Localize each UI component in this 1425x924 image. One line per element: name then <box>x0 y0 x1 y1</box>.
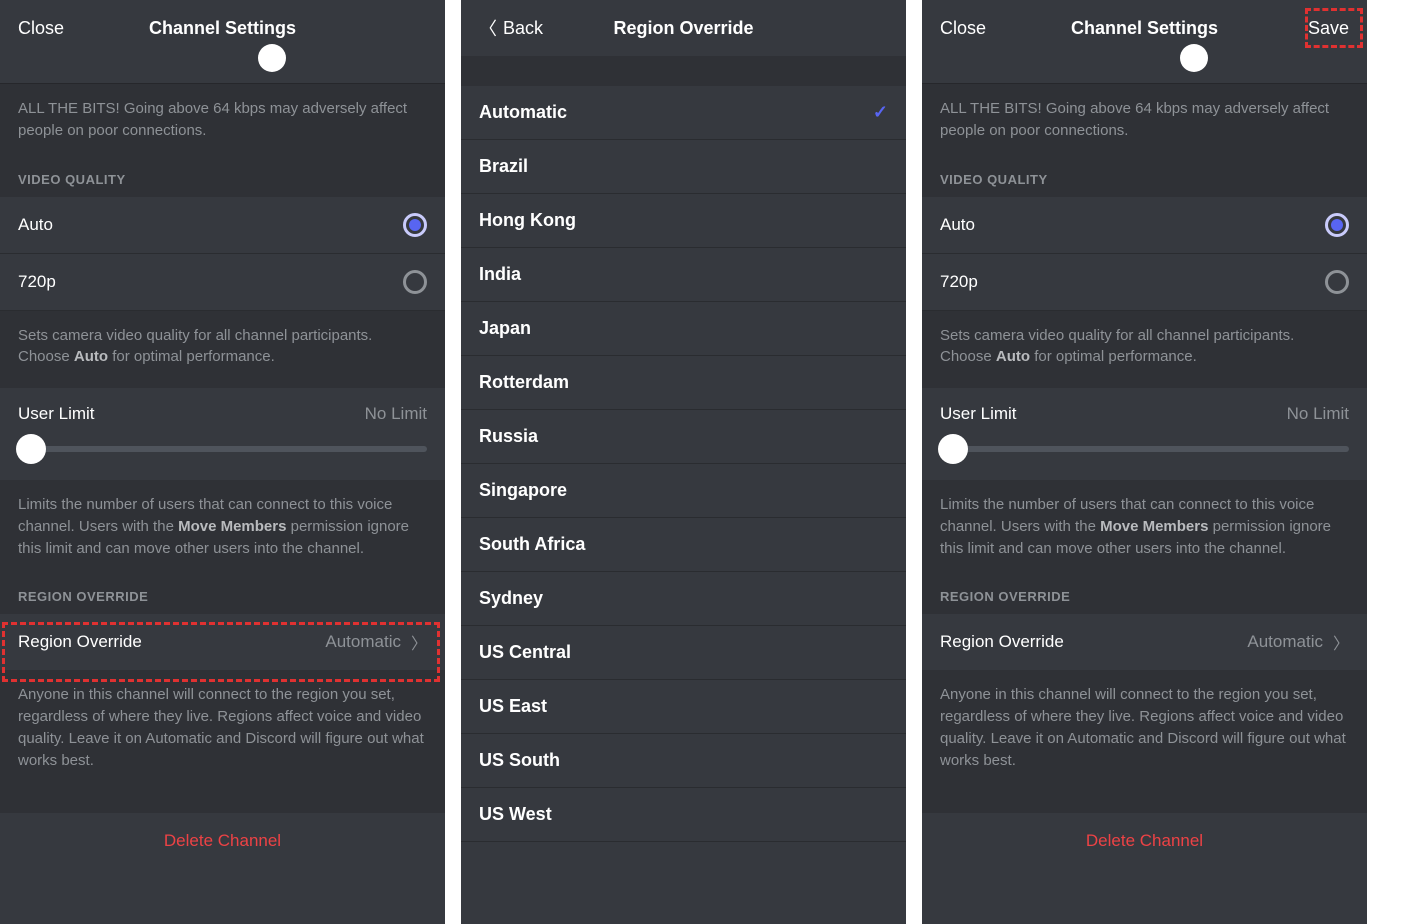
region-option[interactable]: Japan <box>461 302 906 356</box>
close-button[interactable]: Close <box>940 18 986 39</box>
bitrate-description: ALL THE BITS! Going above 64 kbps may ad… <box>0 84 445 162</box>
region-option[interactable]: South Africa <box>461 518 906 572</box>
video-option-auto[interactable]: Auto <box>922 197 1367 254</box>
channel-settings-panel-1: Close Channel Settings ALL THE BITS! Goi… <box>0 0 445 924</box>
region-override-description: Anyone in this channel will connect to t… <box>0 670 445 791</box>
toggle-knob[interactable] <box>258 44 286 72</box>
region-override-panel: 〈 Back Region Override Automatic ✓ Brazil H… <box>461 0 906 924</box>
region-option[interactable]: US West <box>461 788 906 842</box>
region-option-label: Russia <box>479 426 538 447</box>
bitrate-toggle-partial <box>0 56 445 84</box>
bitrate-description: ALL THE BITS! Going above 64 kbps may ad… <box>922 84 1367 162</box>
page-title: Region Override <box>613 18 753 39</box>
video-quality-description: Sets camera video quality for all channe… <box>922 311 1367 389</box>
radio-unselected-icon <box>1325 270 1349 294</box>
body: Automatic ✓ Brazil Hong Kong India Japan Rotte… <box>461 56 906 842</box>
region-option[interactable]: India <box>461 248 906 302</box>
user-limit-label: User Limit <box>18 404 95 424</box>
region-option[interactable]: Automatic ✓ <box>461 86 906 140</box>
region-option[interactable]: Hong Kong <box>461 194 906 248</box>
save-button[interactable]: Save <box>1308 18 1349 39</box>
region-option-label: India <box>479 264 521 285</box>
region-option-label: South Africa <box>479 534 585 555</box>
video-option-label: Auto <box>940 215 975 235</box>
region-override-label: Region Override <box>940 632 1064 652</box>
user-limit-slider[interactable] <box>18 446 427 452</box>
region-option[interactable]: Rotterdam <box>461 356 906 410</box>
user-limit-label: User Limit <box>940 404 1017 424</box>
video-option-720p[interactable]: 720p <box>0 254 445 311</box>
video-quality-header: VIDEO QUALITY <box>922 162 1367 197</box>
page-title: Channel Settings <box>149 18 296 39</box>
region-option-label: Japan <box>479 318 531 339</box>
region-option-label: Automatic <box>479 102 567 123</box>
region-option-label: Singapore <box>479 480 567 501</box>
channel-settings-panel-3: Close Channel Settings Save ALL THE BITS… <box>922 0 1367 924</box>
user-limit-description: Limits the number of users that can conn… <box>922 480 1367 579</box>
region-option[interactable]: Sydney <box>461 572 906 626</box>
video-option-label: Auto <box>18 215 53 235</box>
chevron-left-icon: 〈 <box>479 15 497 41</box>
delete-channel-button[interactable]: Delete Channel <box>922 813 1367 869</box>
slider-thumb[interactable] <box>16 434 46 464</box>
region-option-label: Rotterdam <box>479 372 569 393</box>
radio-selected-icon <box>1325 213 1349 237</box>
region-option-label: US East <box>479 696 547 717</box>
user-limit-row: User Limit No Limit <box>0 388 445 480</box>
header: Close Channel Settings <box>0 0 445 56</box>
spacer <box>461 56 906 86</box>
region-option-label: Brazil <box>479 156 528 177</box>
region-option[interactable]: Russia <box>461 410 906 464</box>
toggle-knob[interactable] <box>1180 44 1208 72</box>
region-override-row[interactable]: Region Override Automatic 〉 <box>0 614 445 670</box>
page-title: Channel Settings <box>1071 18 1218 39</box>
user-limit-value: No Limit <box>1287 404 1349 424</box>
region-override-description: Anyone in this channel will connect to t… <box>922 670 1367 791</box>
check-icon: ✓ <box>873 102 888 123</box>
region-option[interactable]: Brazil <box>461 140 906 194</box>
region-override-row[interactable]: Region Override Automatic 〉 <box>922 614 1367 670</box>
region-override-value: Automatic <box>325 632 401 652</box>
radio-unselected-icon <box>403 270 427 294</box>
region-option[interactable]: US Central <box>461 626 906 680</box>
body: ALL THE BITS! Going above 64 kbps may ad… <box>0 56 445 869</box>
video-option-label: 720p <box>940 272 978 292</box>
video-option-auto[interactable]: Auto <box>0 197 445 254</box>
video-quality-header: VIDEO QUALITY <box>0 162 445 197</box>
region-option-label: US South <box>479 750 560 771</box>
region-option-label: Sydney <box>479 588 543 609</box>
user-limit-row: User Limit No Limit <box>922 388 1367 480</box>
region-override-header: REGION OVERRIDE <box>0 579 445 614</box>
bitrate-toggle-partial <box>922 56 1367 84</box>
region-override-header: REGION OVERRIDE <box>922 579 1367 614</box>
header: 〈 Back Region Override <box>461 0 906 56</box>
region-override-label: Region Override <box>18 632 142 652</box>
body: ALL THE BITS! Going above 64 kbps may ad… <box>922 56 1367 869</box>
region-option-label: US Central <box>479 642 571 663</box>
user-limit-description: Limits the number of users that can conn… <box>0 480 445 579</box>
chevron-right-icon: 〉 <box>1333 630 1349 654</box>
region-option-label: US West <box>479 804 552 825</box>
user-limit-value: No Limit <box>365 404 427 424</box>
region-list: Automatic ✓ Brazil Hong Kong India Japan Rotte… <box>461 86 906 842</box>
slider-thumb[interactable] <box>938 434 968 464</box>
user-limit-slider[interactable] <box>940 446 1349 452</box>
radio-selected-icon <box>403 213 427 237</box>
region-option-label: Hong Kong <box>479 210 576 231</box>
region-option[interactable]: Singapore <box>461 464 906 518</box>
header: Close Channel Settings Save <box>922 0 1367 56</box>
video-option-label: 720p <box>18 272 56 292</box>
region-option[interactable]: US East <box>461 680 906 734</box>
chevron-right-icon: 〉 <box>411 630 427 654</box>
back-button[interactable]: 〈 Back <box>479 15 543 41</box>
close-button[interactable]: Close <box>18 18 64 39</box>
region-override-value: Automatic <box>1247 632 1323 652</box>
video-option-720p[interactable]: 720p <box>922 254 1367 311</box>
video-quality-description: Sets camera video quality for all channe… <box>0 311 445 389</box>
region-option[interactable]: US South <box>461 734 906 788</box>
delete-channel-button[interactable]: Delete Channel <box>0 813 445 869</box>
